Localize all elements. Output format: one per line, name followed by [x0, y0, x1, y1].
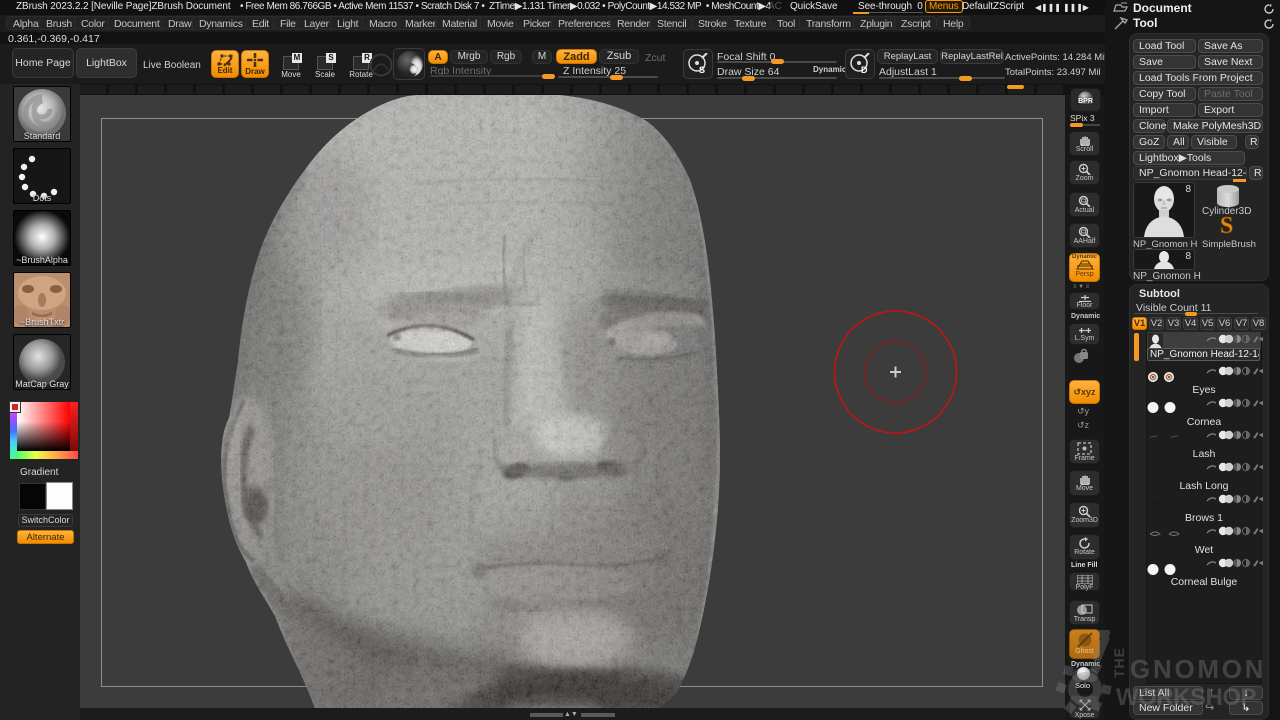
svg-text:D: D [861, 65, 868, 75]
svg-text:S: S [1220, 214, 1233, 238]
svg-text:S: S [699, 65, 705, 75]
